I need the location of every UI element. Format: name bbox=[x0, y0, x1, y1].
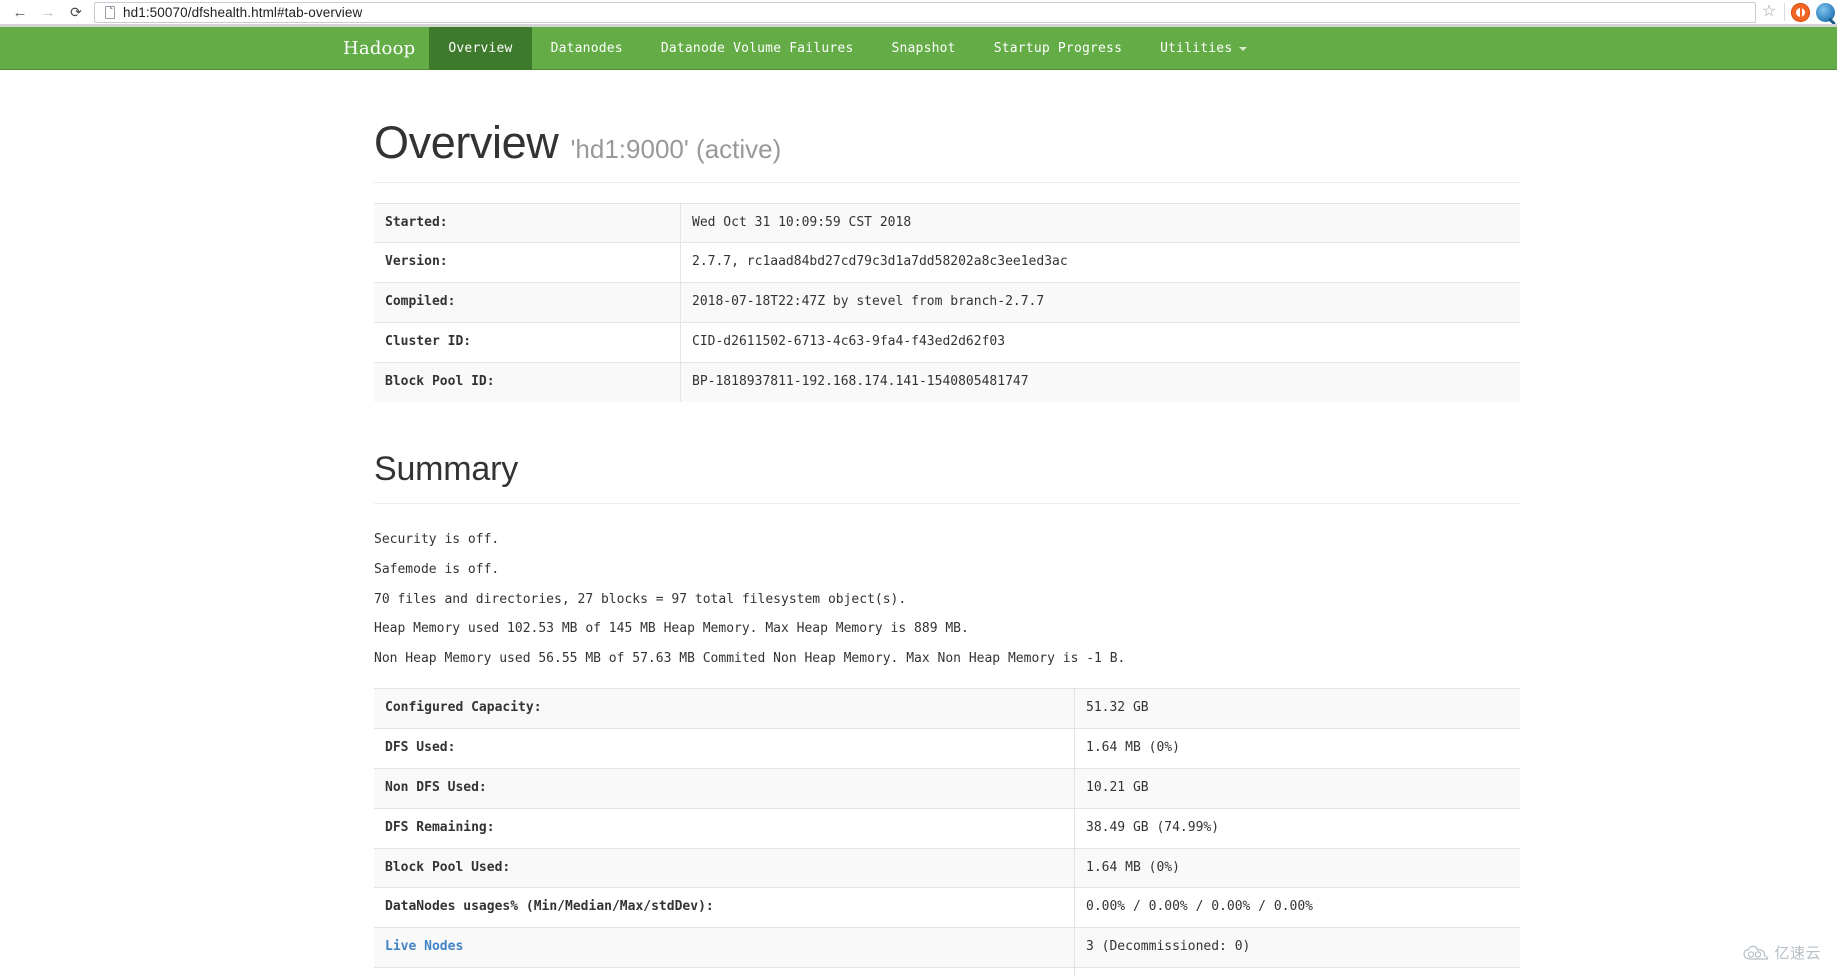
cluster-info-table: Started: Wed Oct 31 10:09:59 CST 2018 Ve… bbox=[374, 202, 1520, 402]
row-key: Non DFS Used: bbox=[374, 767, 1075, 809]
nav-item-utilities[interactable]: Utilities bbox=[1141, 27, 1266, 70]
table-row: Configured Capacity: 51.32 GB bbox=[374, 688, 1520, 729]
row-key: Block Pool Used: bbox=[374, 847, 1075, 888]
content-container: Overview 'hd1:9000' (active) Started: We… bbox=[374, 70, 1520, 977]
row-key-link: Dead Nodes bbox=[374, 967, 1075, 977]
table-row: Started: Wed Oct 31 10:09:59 CST 2018 bbox=[374, 202, 1520, 243]
summary-line: Security is off. bbox=[374, 531, 500, 547]
browser-nav-buttons: ← → ⟳ bbox=[0, 0, 90, 24]
row-value: 10.21 GB bbox=[1074, 767, 1520, 809]
nav-item-overview[interactable]: Overview bbox=[429, 27, 532, 70]
row-value: 1.64 MB (0%) bbox=[1074, 847, 1520, 888]
nav-item-overview-label: Overview bbox=[448, 41, 513, 56]
forward-icon[interactable]: → bbox=[34, 0, 62, 24]
navbar-inner: Hadoop Overview Datanodes Datanode Volum… bbox=[343, 27, 1266, 70]
summary-line: Non Heap Memory used 56.55 MB of 57.63 M… bbox=[374, 651, 1126, 667]
page-title-main: Overview bbox=[374, 117, 559, 168]
cloud-logo-icon bbox=[1743, 945, 1769, 961]
summary-table: Configured Capacity: 51.32 GB DFS Used: … bbox=[374, 688, 1520, 977]
extension-icon-orange[interactable] bbox=[1791, 2, 1810, 22]
table-row: Cluster ID: CID-d2611502-6713-4c63-9fa4-… bbox=[374, 322, 1520, 363]
nav-item-snapshot-label: Snapshot bbox=[891, 41, 956, 56]
summary-line: Heap Memory used 102.53 MB of 145 MB Hea… bbox=[374, 621, 969, 637]
table-row: DataNodes usages% (Min/Median/Max/stdDev… bbox=[374, 887, 1520, 928]
browser-toolbar-right: ☆ bbox=[1760, 2, 1837, 22]
table-row: Compiled: 2018-07-18T22:47Z by stevel fr… bbox=[374, 282, 1520, 323]
extension-icon-blue[interactable] bbox=[1816, 2, 1835, 22]
row-value: 0.00% / 0.00% / 0.00% / 0.00% bbox=[1074, 887, 1520, 928]
row-value: 38.49 GB (74.99%) bbox=[1074, 807, 1520, 849]
table-row: DFS Remaining: 38.49 GB (74.99%) bbox=[374, 807, 1520, 849]
page-icon bbox=[102, 5, 118, 19]
row-key-link: Live Nodes bbox=[374, 927, 1075, 968]
table-row: Live Nodes 3 (Decommissioned: 0) bbox=[374, 927, 1520, 968]
row-key: Version: bbox=[374, 242, 681, 283]
summary-divider bbox=[374, 502, 1520, 504]
back-icon[interactable]: ← bbox=[6, 0, 34, 24]
hadoop-navbar: Hadoop Overview Datanodes Datanode Volum… bbox=[0, 27, 1837, 70]
row-value: Wed Oct 31 10:09:59 CST 2018 bbox=[680, 202, 1520, 243]
row-value: CID-d2611502-6713-4c63-9fa4-f43ed2d62f03 bbox=[680, 322, 1520, 363]
nav-item-datanode-volume-failures-label: Datanode Volume Failures bbox=[660, 41, 854, 56]
row-key: Started: bbox=[374, 202, 681, 243]
row-value: 2.7.7, rc1aad84bd27cd79c3d1a7dd58202a8c3… bbox=[680, 242, 1520, 283]
row-key: DFS Used: bbox=[374, 728, 1075, 769]
row-key: Compiled: bbox=[374, 282, 681, 323]
summary-line: 70 files and directories, 27 blocks = 97… bbox=[374, 591, 907, 607]
row-key: Configured Capacity: bbox=[374, 688, 1075, 729]
row-key: DataNodes usages% (Min/Median/Max/stdDev… bbox=[374, 887, 1075, 928]
nav-item-datanodes[interactable]: Datanodes bbox=[532, 27, 642, 70]
summary-heading: Summary bbox=[374, 449, 519, 488]
navbar-brand[interactable]: Hadoop bbox=[343, 27, 429, 70]
row-key: DFS Remaining: bbox=[374, 807, 1075, 849]
browser-toolbar: ← → ⟳ hd1:50070/dfshealth.html#tab-overv… bbox=[0, 0, 1837, 24]
reload-icon[interactable]: ⟳ bbox=[62, 0, 90, 24]
summary-line: Safemode is off. bbox=[374, 561, 500, 577]
nav-item-startup-progress[interactable]: Startup Progress bbox=[975, 27, 1141, 70]
row-value: 51.32 GB bbox=[1074, 688, 1520, 729]
page-content: Overview 'hd1:9000' (active) Started: We… bbox=[0, 70, 1837, 977]
toolbar-divider bbox=[1784, 3, 1785, 21]
summary-text-block: Security is off. Safemode is off. 70 fil… bbox=[374, 532, 1520, 668]
table-row: Version: 2.7.7, rc1aad84bd27cd79c3d1a7dd… bbox=[374, 242, 1520, 283]
nav-item-startup-progress-label: Startup Progress bbox=[993, 41, 1123, 56]
row-value: 2018-07-18T22:47Z by stevel from branch-… bbox=[680, 282, 1520, 323]
url-text: hd1:50070/dfshealth.html#tab-overview bbox=[123, 4, 363, 20]
chevron-down-icon bbox=[1239, 46, 1248, 51]
live-nodes-link[interactable]: Live Nodes bbox=[385, 939, 463, 954]
table-row: Dead Nodes 0 (Decommissioned: 0) bbox=[374, 967, 1520, 977]
title-divider bbox=[374, 181, 1520, 183]
row-value: 1.64 MB (0%) bbox=[1074, 728, 1520, 769]
row-key: Block Pool ID: bbox=[374, 361, 681, 402]
nav-item-snapshot[interactable]: Snapshot bbox=[872, 27, 974, 70]
page-title: Overview 'hd1:9000' (active) bbox=[374, 70, 1520, 168]
row-value: BP-1818937811-192.168.174.141-1540805481… bbox=[680, 361, 1520, 402]
nav-item-datanodes-label: Datanodes bbox=[550, 41, 623, 56]
nav-item-utilities-label: Utilities bbox=[1160, 41, 1233, 56]
address-bar[interactable]: hd1:50070/dfshealth.html#tab-overview bbox=[94, 1, 1756, 23]
row-value: 3 (Decommissioned: 0) bbox=[1074, 927, 1520, 968]
watermark: 亿速云 bbox=[1743, 942, 1821, 963]
row-key: Cluster ID: bbox=[374, 322, 681, 363]
watermark-text: 亿速云 bbox=[1774, 944, 1821, 962]
table-row: Non DFS Used: 10.21 GB bbox=[374, 767, 1520, 809]
page-title-subtitle: 'hd1:9000' (active) bbox=[570, 134, 782, 164]
table-row: Block Pool Used: 1.64 MB (0%) bbox=[374, 847, 1520, 888]
nav-item-datanode-volume-failures[interactable]: Datanode Volume Failures bbox=[642, 27, 873, 70]
table-row: Block Pool ID: BP-1818937811-192.168.174… bbox=[374, 361, 1520, 402]
table-row: DFS Used: 1.64 MB (0%) bbox=[374, 728, 1520, 769]
row-value: 0 (Decommissioned: 0) bbox=[1074, 967, 1520, 977]
bookmark-star-icon[interactable]: ☆ bbox=[1760, 3, 1778, 21]
